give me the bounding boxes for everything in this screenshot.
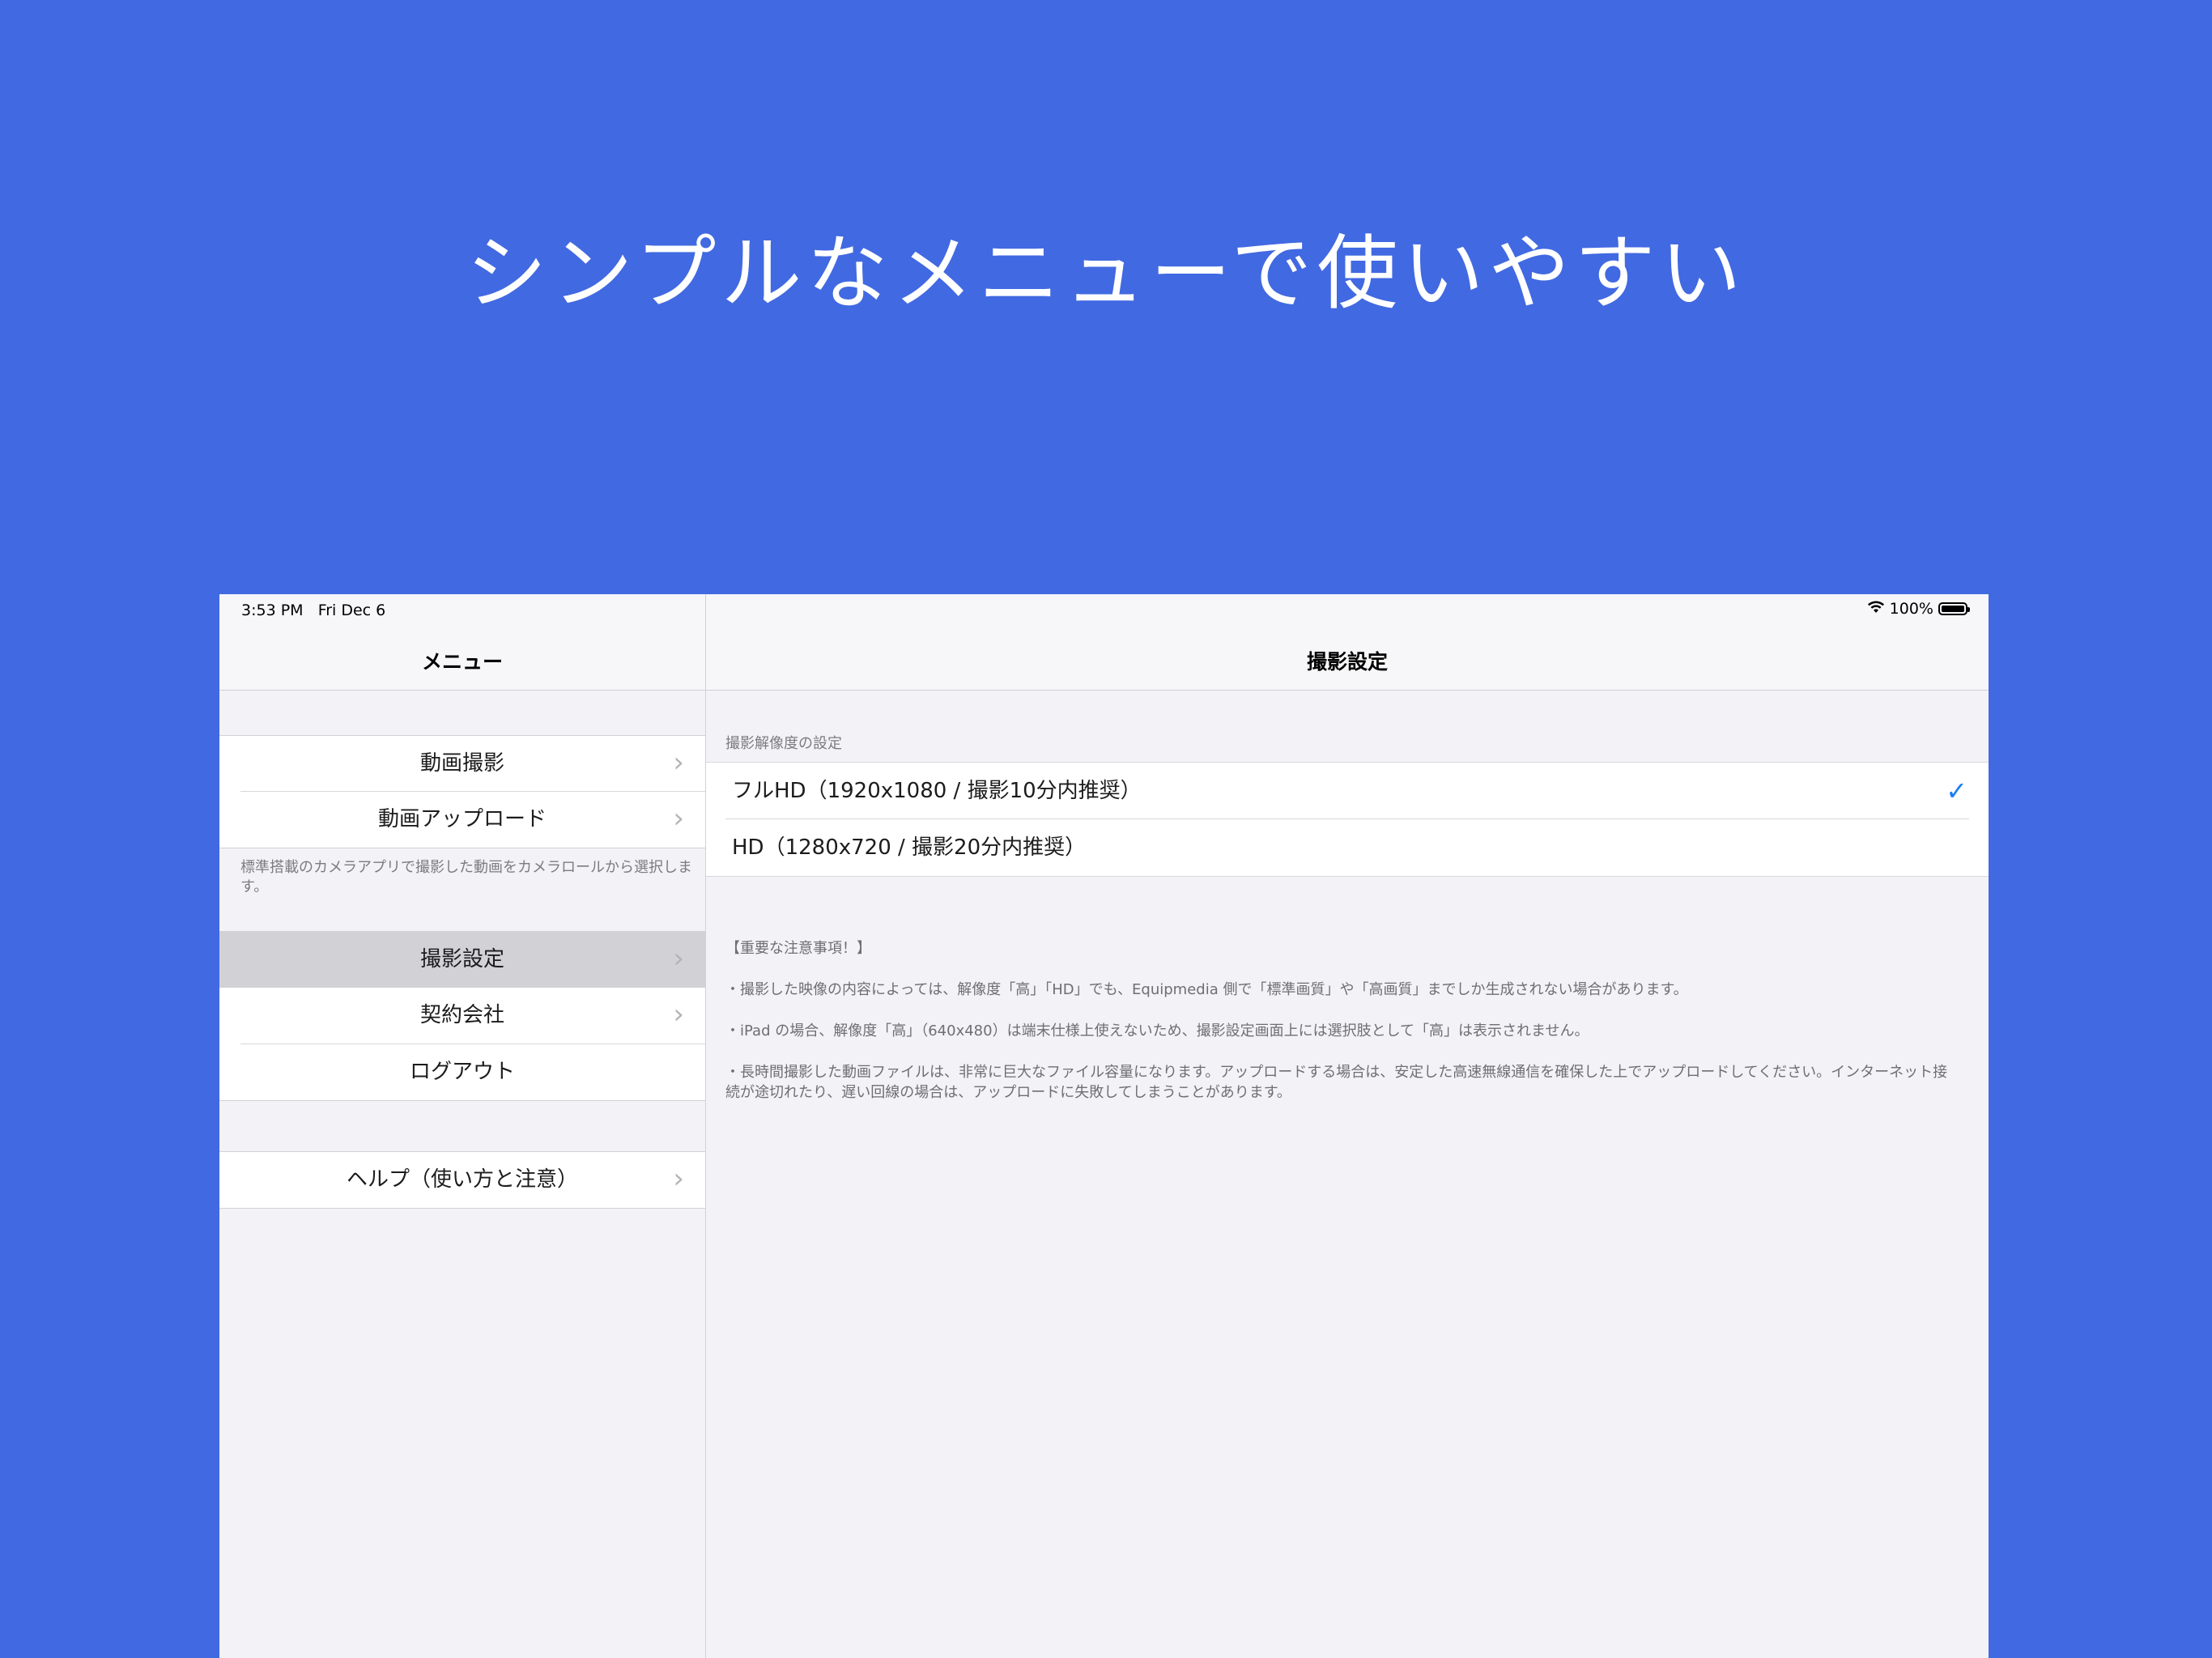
menu-pane: メニュー 動画撮影 › 動画アップロード › 標準搭載のカメラアプリで撮影した動… bbox=[219, 594, 706, 1658]
menu-item-logout[interactable]: ログアウト bbox=[219, 1044, 705, 1100]
resolution-options: フルHD（1920x1080 / 撮影10分内推奨） ✓ HD（1280x720… bbox=[706, 762, 1989, 877]
menu-item-upload-video[interactable]: 動画アップロード › bbox=[219, 792, 705, 848]
menu-item-label: 動画アップロード bbox=[377, 807, 547, 831]
menu-item-label: 契約会社 bbox=[419, 1003, 504, 1027]
wifi-icon bbox=[1867, 600, 1885, 618]
chevron-right-icon: › bbox=[673, 746, 684, 779]
menu-item-record-video[interactable]: 動画撮影 › bbox=[219, 736, 705, 792]
menu-title: メニュー bbox=[421, 650, 503, 674]
status-time-date: 3:53 PM Fri Dec 6 bbox=[241, 602, 385, 619]
upload-footnote: 標準搭載のカメラアプリで撮影した動画をカメラロールから選択します。 bbox=[240, 859, 692, 895]
option-hd[interactable]: HD（1280x720 / 撮影20分内推奨） bbox=[706, 819, 1989, 876]
menu-group-settings: 撮影設定 › 契約会社 › ログアウト bbox=[219, 931, 705, 1101]
menu-item-contract-company[interactable]: 契約会社 › bbox=[219, 988, 705, 1044]
chevron-right-icon: › bbox=[673, 998, 684, 1031]
note-item: ・iPad の場合、解像度「高」（640x480）は端末仕様上使えないため、撮影… bbox=[725, 1022, 1589, 1039]
headline: シンプルなメニューで使いやすい bbox=[466, 226, 1746, 321]
menu-item-label: 撮影設定 bbox=[419, 947, 504, 971]
option-label: HD（1280x720 / 撮影20分内推奨） bbox=[732, 835, 1087, 860]
menu-item-label: ヘルプ（使い方と注意） bbox=[346, 1167, 578, 1192]
detail-title: 撮影設定 bbox=[1306, 650, 1388, 674]
status-right: 100% bbox=[1867, 600, 1970, 618]
menu-group-capture: 動画撮影 › 動画アップロード › bbox=[219, 735, 705, 848]
battery-percent: 100% bbox=[1889, 600, 1933, 618]
status-bar: 3:53 PM Fri Dec 6 100% bbox=[219, 594, 1989, 627]
note-item: ・撮影した映像の内容によっては、解像度「高」「HD」でも、Equipmedia … bbox=[725, 981, 1688, 998]
resolution-section-header: 撮影解像度の設定 bbox=[725, 735, 842, 752]
menu-item-help[interactable]: ヘルプ（使い方と注意） › bbox=[219, 1152, 705, 1208]
chevron-right-icon: › bbox=[673, 802, 684, 835]
important-notes: 【重要な注意事項！】 ・撮影した映像の内容によっては、解像度「高」「HD」でも、… bbox=[725, 938, 1948, 1124]
note-item: ・長時間撮影した動画ファイルは、非常に巨大なファイル容量になります。アップロード… bbox=[725, 1064, 1948, 1101]
chevron-right-icon: › bbox=[673, 942, 684, 975]
status-date: Fri Dec 6 bbox=[317, 602, 386, 619]
option-label: フルHD（1920x1080 / 撮影10分内推奨） bbox=[732, 779, 1142, 803]
notes-title: 【重要な注意事項！】 bbox=[725, 940, 871, 957]
checkmark-icon: ✓ bbox=[1946, 776, 1967, 806]
menu-item-label: 動画撮影 bbox=[419, 751, 504, 776]
status-time: 3:53 PM bbox=[241, 602, 304, 619]
battery-icon bbox=[1938, 602, 1970, 615]
capture-settings-pane: 撮影設定 撮影解像度の設定 フルHD（1920x1080 / 撮影10分内推奨）… bbox=[706, 594, 1989, 1658]
ipad-screen: 3:53 PM Fri Dec 6 100% メニュー 動画撮影 › 動画アップ… bbox=[219, 594, 1989, 1658]
option-full-hd[interactable]: フルHD（1920x1080 / 撮影10分内推奨） ✓ bbox=[706, 763, 1989, 819]
menu-group-help: ヘルプ（使い方と注意） › bbox=[219, 1151, 705, 1209]
chevron-right-icon: › bbox=[673, 1163, 684, 1195]
menu-item-capture-settings[interactable]: 撮影設定 › bbox=[219, 932, 705, 988]
menu-item-label: ログアウト bbox=[409, 1060, 515, 1084]
